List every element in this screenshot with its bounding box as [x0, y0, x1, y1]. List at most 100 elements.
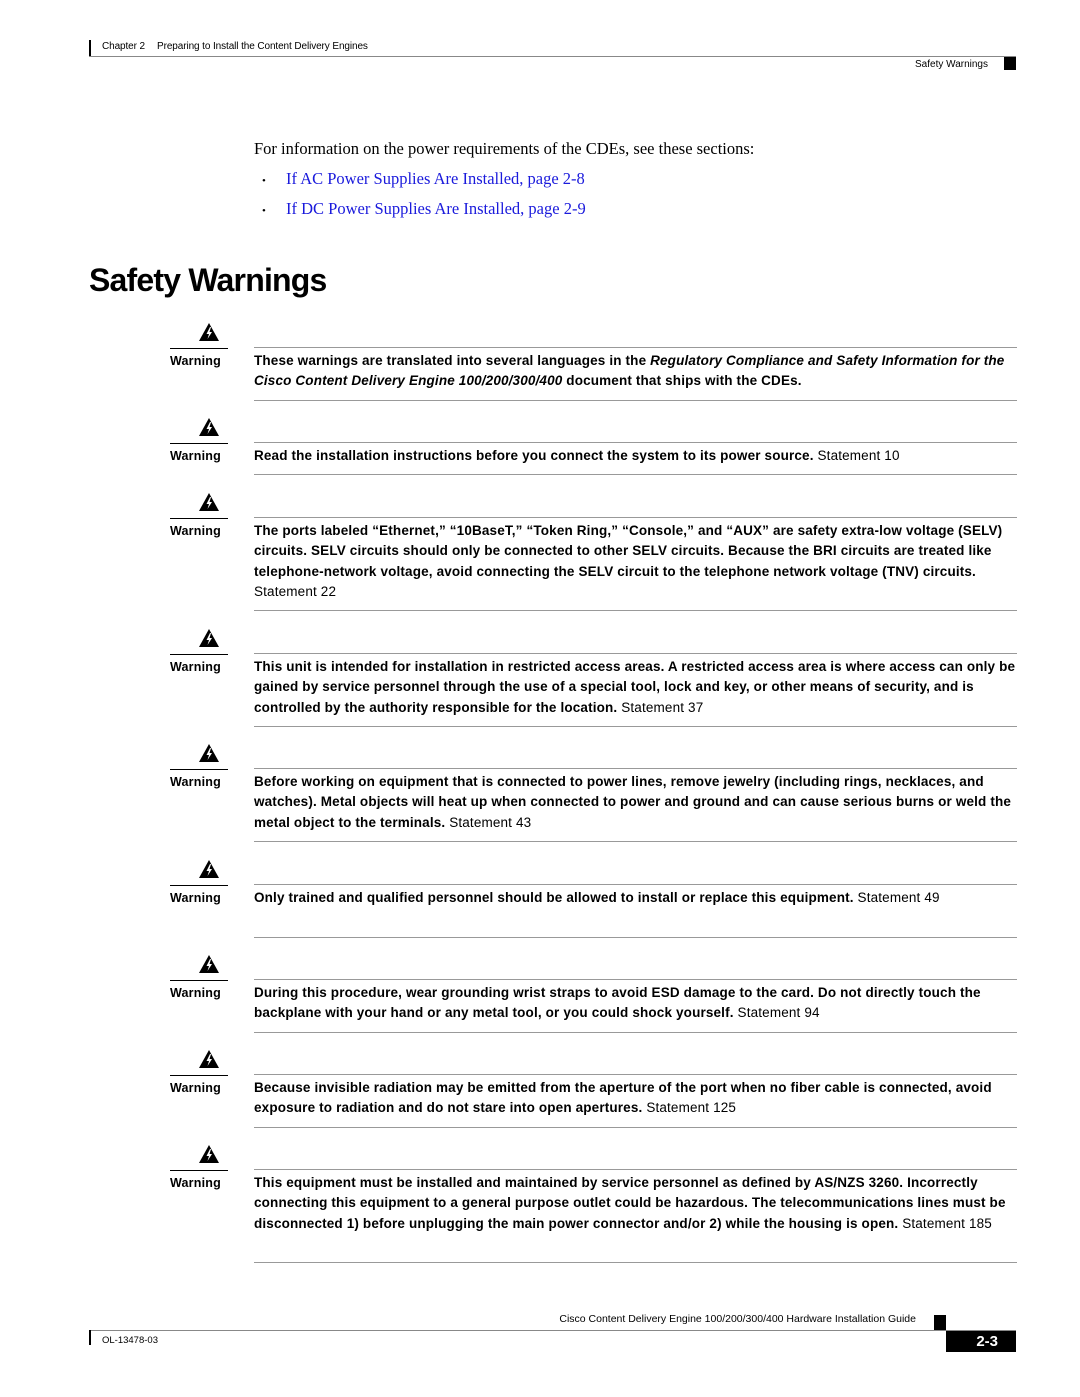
warning-bottom-rule — [254, 610, 1017, 612]
warning-icon-rule — [170, 518, 228, 519]
header-rule — [89, 56, 1016, 57]
footer-bar — [89, 1330, 91, 1345]
header-bar — [89, 40, 91, 56]
warning-icon-rule — [170, 348, 228, 349]
dc-power-link[interactable]: If DC Power Supplies Are Installed, page… — [286, 199, 586, 219]
warning-top-rule — [254, 653, 1017, 654]
warning-block: Warning During this procedure, wear groun… — [160, 950, 1017, 1045]
warning-block: Warning This unit is intended for install… — [160, 624, 1017, 739]
warning-top-rule — [254, 517, 1017, 518]
warning-label: Warning — [170, 449, 221, 463]
warning-label: Warning — [170, 524, 221, 538]
warning-top-rule — [254, 768, 1017, 769]
warning-text: Read the installation instructions befor… — [254, 446, 1017, 466]
header-block-marker — [1004, 57, 1016, 70]
statement-number: Statement 10 — [817, 448, 900, 463]
statement-number: Statement 125 — [646, 1100, 737, 1116]
warning-text-bold: The ports labeled “Ethernet,” “10BaseT,”… — [254, 523, 1003, 579]
warning-block: Warning The ports labeled “Ethernet,” “10… — [160, 488, 1017, 624]
warning-triangle-icon — [199, 860, 219, 878]
warning-text-bold: Before working on equipment that is conn… — [254, 774, 1012, 830]
warning-bottom-rule — [254, 1262, 1017, 1264]
bullet-icon: • — [262, 205, 266, 217]
warning-icon-group — [170, 628, 228, 655]
footer-block-marker — [934, 1315, 946, 1330]
warning-text-bold: Because invisible radiation may be emitt… — [254, 1080, 992, 1116]
warning-text-bold: document that ships with the CDEs. — [562, 373, 802, 389]
warning-triangle-icon — [199, 1145, 219, 1163]
warning-bottom-rule — [254, 1126, 1017, 1128]
statement-number: Statement 43 — [449, 814, 532, 830]
section-title: Safety Warnings — [89, 262, 327, 298]
warning-icon-group — [170, 1049, 228, 1076]
warning-text-bold: Only trained and qualified personnel sho… — [254, 890, 854, 905]
warning-bottom-rule — [254, 474, 1017, 476]
warning-label: Warning — [170, 775, 221, 789]
running-header-section: Safety Warnings — [915, 59, 988, 70]
warning-text: This unit is intended for installation i… — [254, 657, 1017, 718]
footer-doc-number: OL-13478-03 — [102, 1335, 158, 1346]
ac-power-link[interactable]: If AC Power Supplies Are Installed, page… — [286, 169, 585, 189]
warning-top-rule — [254, 1074, 1017, 1075]
warning-icon-rule — [170, 1170, 228, 1171]
bullet-icon: • — [262, 175, 266, 187]
warning-text: This equipment must be installed and mai… — [254, 1173, 1017, 1234]
link-list-item: • If DC Power Supplies Are Installed, pa… — [262, 199, 586, 229]
warning-icon-rule — [170, 443, 228, 444]
warning-bottom-rule — [254, 936, 1017, 938]
warning-label: Warning — [170, 1176, 221, 1190]
warning-triangle-icon — [199, 955, 219, 973]
warning-icon-group — [170, 1144, 228, 1171]
page-number: 2-3 — [946, 1331, 1016, 1352]
running-header-chapter: Chapter 2 Preparing to Install the Conten… — [102, 41, 368, 52]
warning-text: Because invisible radiation may be emitt… — [254, 1078, 1017, 1119]
warning-text-bold: During this procedure, wear grounding wr… — [254, 985, 981, 1021]
warning-block: Warning This equipment must be installed … — [160, 1140, 1017, 1280]
statement-number: Statement 94 — [737, 1005, 820, 1021]
warning-top-rule — [254, 979, 1017, 980]
warning-block: Warning Only trained and qualified person… — [160, 855, 1017, 950]
warning-label: Warning — [170, 891, 221, 905]
warning-icon-rule — [170, 769, 228, 770]
warning-label: Warning — [170, 354, 221, 368]
warning-text-bold: Read the installation instructions befor… — [254, 448, 814, 463]
link-list-item: • If AC Power Supplies Are Installed, pa… — [262, 169, 586, 199]
warning-label: Warning — [170, 986, 221, 1000]
warning-triangle-icon — [199, 418, 219, 436]
warning-icon-group — [170, 417, 228, 444]
footer-guide-title: Cisco Content Delivery Engine 100/200/30… — [559, 1313, 916, 1325]
warning-bottom-rule — [254, 725, 1017, 727]
warning-block: Warning Before working on equipment that … — [160, 739, 1017, 855]
warning-bottom-rule — [254, 399, 1017, 401]
intro-text: For information on the power requirement… — [254, 139, 755, 158]
warning-text: These warnings are translated into sever… — [254, 351, 1017, 392]
warning-icon-group — [170, 743, 228, 770]
warning-triangle-icon — [199, 323, 219, 341]
warning-top-rule — [254, 884, 1017, 885]
warning-icon-group — [170, 322, 228, 349]
warning-icon-rule — [170, 885, 228, 886]
warning-icon-group — [170, 492, 228, 519]
link-list: • If AC Power Supplies Are Installed, pa… — [262, 169, 586, 229]
warning-top-rule — [254, 347, 1017, 348]
warning-icon-rule — [170, 654, 228, 655]
warning-text: The ports labeled “Ethernet,” “10BaseT,”… — [254, 521, 1017, 602]
statement-number: Statement 37 — [621, 699, 704, 715]
warning-icon-rule — [170, 1075, 228, 1076]
warning-label: Warning — [170, 660, 221, 674]
warning-triangle-icon — [199, 493, 219, 511]
statement-number: Statement 49 — [857, 890, 940, 905]
warning-block: Warning Read the installation instruction… — [160, 413, 1017, 488]
warning-top-rule — [254, 1169, 1017, 1170]
warning-text: Only trained and qualified personnel sho… — [254, 888, 1017, 908]
warning-triangle-icon — [199, 629, 219, 647]
warning-text: Before working on equipment that is conn… — [254, 772, 1017, 833]
warning-icon-rule — [170, 980, 228, 981]
warning-icon-group — [170, 859, 228, 886]
chapter-label: Chapter 2 — [102, 41, 146, 52]
warning-text: During this procedure, wear grounding wr… — [254, 983, 1017, 1024]
warning-triangle-icon — [199, 1050, 219, 1068]
warning-bottom-rule — [254, 1031, 1017, 1033]
chapter-title: Preparing to Install the Content Deliver… — [157, 41, 368, 52]
warning-triangle-icon — [199, 744, 219, 762]
